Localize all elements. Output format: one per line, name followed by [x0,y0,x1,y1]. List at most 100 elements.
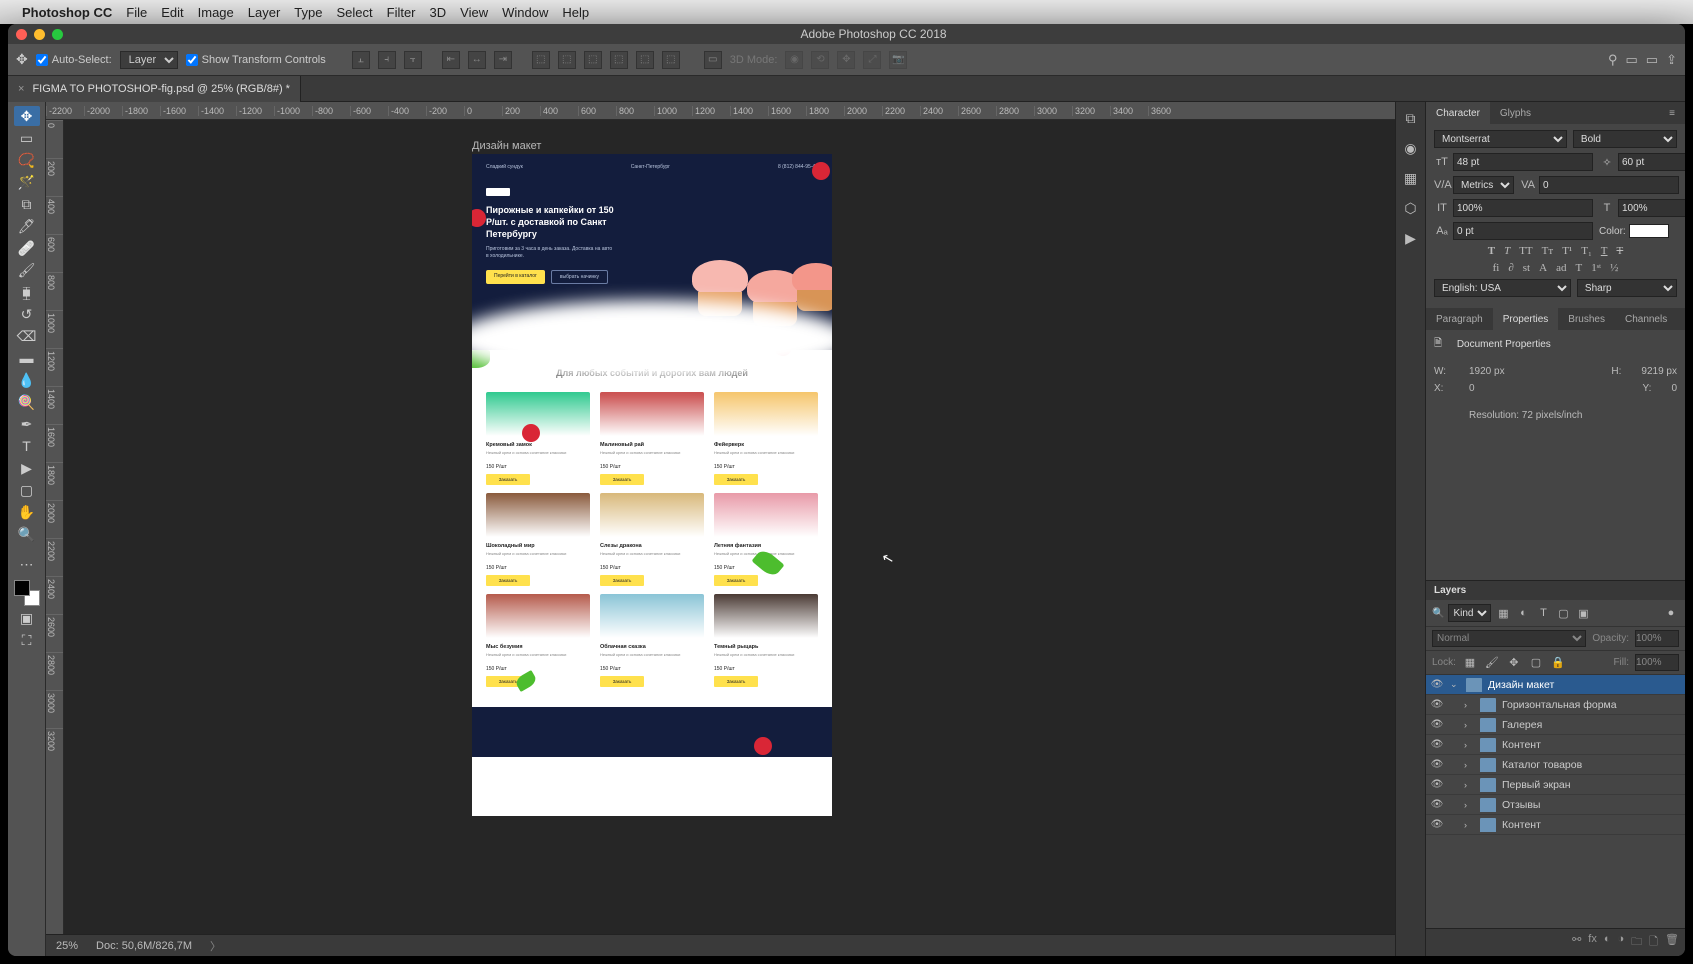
ligatures-icon[interactable]: fi [1493,262,1500,274]
visibility-icon[interactable]: 👁 [1430,679,1444,690]
menu-window[interactable]: Window [502,5,548,20]
blend-mode-select[interactable]: Normal [1432,630,1586,647]
eyedropper-tool[interactable]: 🖊 [14,216,40,236]
zoom-level[interactable]: 25% [56,940,78,952]
menu-select[interactable]: Select [336,5,372,20]
italic-icon[interactable]: T [1504,245,1510,257]
maximize-icon[interactable] [52,29,63,40]
menu-layer[interactable]: Layer [248,5,281,20]
visibility-icon[interactable]: 👁 [1430,759,1444,770]
hand-tool[interactable]: ✋ [14,502,40,522]
layer-list[interactable]: 👁 ⌄ Дизайн макет👁 › Горизонтальная форма… [1426,675,1685,928]
filter-smart-icon[interactable]: ▣ [1575,605,1591,621]
expand-icon[interactable]: › [1464,780,1474,790]
quick-select-tool[interactable]: 🪄 [14,172,40,192]
gradient-tool[interactable]: ▬ [14,348,40,368]
panel-menu-icon[interactable]: ≡ [1659,102,1685,124]
layer-mask-icon[interactable]: ◐ [1604,933,1611,952]
swash-icon[interactable]: A [1539,262,1547,274]
font-weight-select[interactable]: Bold [1573,130,1677,148]
ordinals-icon[interactable]: 1ˢᵗ [1591,262,1601,274]
visibility-icon[interactable]: 👁 [1430,739,1444,750]
align-vcenter-icon[interactable]: ⫞ [378,51,396,69]
app-name[interactable]: Photoshop CC [22,5,112,20]
filter-adjust-icon[interactable]: ◐ [1515,605,1531,621]
filter-type-icon[interactable]: T [1535,605,1551,621]
foreground-background-colors[interactable] [14,580,40,606]
distribute-v-icon[interactable]: ⬚ [558,51,576,69]
tab-channels[interactable]: Channels [1615,308,1677,330]
discretionary-icon[interactable]: st [1523,262,1530,274]
menu-view[interactable]: View [460,5,488,20]
workspace-icon[interactable]: ▭ [1646,52,1658,68]
expand-icon[interactable]: › [1464,720,1474,730]
filter-pixel-icon[interactable]: ▦ [1495,605,1511,621]
titling-icon[interactable]: T [1575,262,1582,274]
visibility-icon[interactable]: 👁 [1430,699,1444,710]
doc-size[interactable]: Doc: 50,6M/826,7M [96,940,192,952]
layer-row[interactable]: 👁 › Первый экран [1426,775,1685,795]
stylistic-icon[interactable]: ad [1556,262,1566,274]
lock-all-icon[interactable]: 🔒 [1550,655,1566,671]
close-icon[interactable] [16,29,27,40]
tab-paragraph[interactable]: Paragraph [1426,308,1493,330]
marquee-tool[interactable]: ▭ [14,128,40,148]
language-select[interactable]: English: USA [1434,279,1571,297]
align-right-icon[interactable]: ⇥ [494,51,512,69]
zoom-tool[interactable]: 🔍 [14,524,40,544]
actions-panel-icon[interactable]: ▶ [1402,230,1420,246]
distribute-4-icon[interactable]: ⬚ [610,51,628,69]
filter-toggle-icon[interactable]: ● [1663,605,1679,621]
smallcaps-icon[interactable]: Tᴛ [1542,245,1554,257]
menu-file[interactable]: File [126,5,147,20]
history-panel-icon[interactable]: ⧉ [1402,110,1420,126]
dodge-tool[interactable]: 🍭 [14,392,40,412]
menu-type[interactable]: Type [294,5,322,20]
color-panel-icon[interactable]: ◉ [1402,140,1420,156]
layer-row[interactable]: 👁 › Каталог товаров [1426,755,1685,775]
distribute-6-icon[interactable]: ⬚ [662,51,680,69]
align-hcenter-icon[interactable]: ↔ [468,51,486,69]
visibility-icon[interactable]: 👁 [1430,779,1444,790]
visibility-icon[interactable]: 👁 [1430,799,1444,810]
rectangle-tool[interactable]: ▢ [14,480,40,500]
lock-transparency-icon[interactable]: ▦ [1462,655,1478,671]
opacity-input[interactable] [1635,630,1679,647]
lasso-tool[interactable]: 📿 [14,150,40,170]
layer-row[interactable]: 👁 › Галерея [1426,715,1685,735]
lock-pixels-icon[interactable]: 🖌 [1484,655,1500,671]
distribute-h-icon[interactable]: ⬚ [532,51,550,69]
allcaps-icon[interactable]: TT [1519,245,1532,257]
expand-icon[interactable]: › [1464,800,1474,810]
heal-tool[interactable]: 🩹 [14,238,40,258]
expand-icon[interactable]: › [1464,740,1474,750]
vscale-input[interactable] [1453,199,1593,217]
document-tab[interactable]: × FIGMA TO PHOTOSHOP-fig.psd @ 25% (RGB/… [8,76,301,102]
3d-panel-icon[interactable]: ⬡ [1402,200,1420,216]
kerning-select[interactable]: Metrics [1453,176,1514,194]
status-arrow-icon[interactable]: 〉 [210,938,221,954]
tab-properties[interactable]: Properties [1493,308,1559,330]
type-tool[interactable]: T [14,436,40,456]
menu-image[interactable]: Image [198,5,234,20]
leading-input[interactable] [1618,153,1685,171]
vertical-ruler[interactable]: 0200400600800100012001400160018002000220… [46,120,64,934]
stamp-tool[interactable]: ⧯ [14,282,40,302]
menu-edit[interactable]: Edit [161,5,183,20]
antialias-select[interactable]: Sharp [1577,279,1677,297]
tab-brushes[interactable]: Brushes [1558,308,1615,330]
expand-icon[interactable]: › [1464,760,1474,770]
delete-layer-icon[interactable]: 🗑 [1665,933,1679,952]
show-transform-checkbox[interactable]: Show Transform Controls [186,54,326,66]
mockup-artboard[interactable]: Сладкий сундук Санкт-Петербург 8 (812) 8… [472,154,832,816]
font-size-input[interactable] [1453,153,1593,171]
distribute-3-icon[interactable]: ⬚ [584,51,602,69]
baseline-input[interactable] [1453,222,1593,240]
crop-tool[interactable]: ⧉ [14,194,40,214]
new-group-icon[interactable]: 🗀 [1631,933,1642,952]
close-tab-icon[interactable]: × [18,83,24,95]
layer-fx-icon[interactable]: fx [1588,933,1597,952]
layer-row[interactable]: 👁 › Контент [1426,735,1685,755]
lock-artboard-icon[interactable]: ▢ [1528,655,1544,671]
minimize-icon[interactable] [34,29,45,40]
